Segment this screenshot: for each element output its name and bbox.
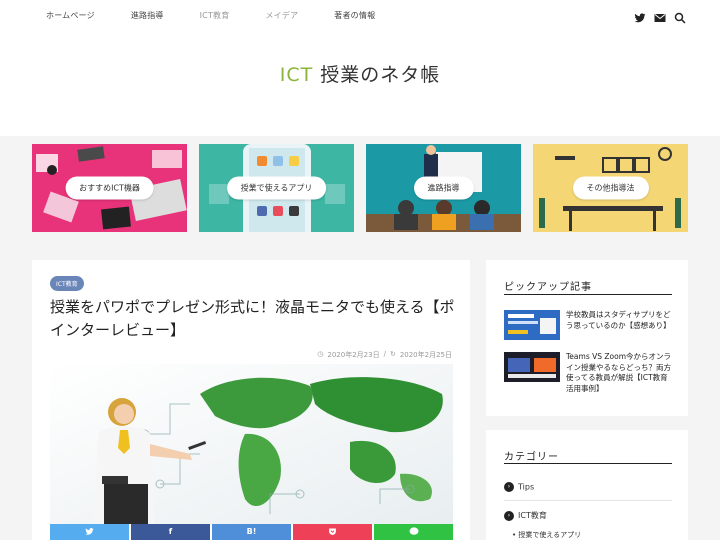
- category-widget: カテゴリー › Tips › ICT教育 • 授業で使えるアプリ: [486, 430, 688, 540]
- presentation-world-map-image: [50, 364, 453, 524]
- main-nav: ホームページ 進路指導 ICT教育 メイデア 著者の情報: [46, 10, 375, 21]
- site-title-prefix: ICT: [279, 64, 314, 86]
- pickup-item-title: Teams VS Zoom今からオンライン授業やるならどっち？両方使ってる教員が…: [566, 352, 672, 393]
- nav-item-ict-education[interactable]: ICT教育: [200, 10, 230, 21]
- pickup-item[interactable]: 学校教員はスタディサプリをどう思っているのか【感想あり】: [504, 310, 672, 346]
- card-label: おすすめICT機器: [65, 176, 154, 200]
- date-separator: /: [383, 350, 386, 358]
- subcategory-item-apps[interactable]: • 授業で使えるアプリ: [512, 530, 581, 540]
- site-title[interactable]: ICT 授業のネタ帳: [0, 60, 720, 87]
- share-buttons: f B!: [50, 524, 453, 540]
- category-tag[interactable]: ICT教育: [50, 276, 84, 291]
- share-hatena-button[interactable]: B!: [212, 524, 291, 540]
- category-label: Tips: [518, 482, 535, 492]
- card-label: その他指導法: [572, 176, 649, 200]
- updated-date: 2020年2月25日: [399, 351, 452, 359]
- clock-icon: ◷: [317, 350, 324, 358]
- share-pocket-button[interactable]: [293, 524, 372, 540]
- article-dates: ◷ 2020年2月23日 / ↻ 2020年2月25日: [317, 350, 452, 360]
- category-divider: [504, 463, 672, 464]
- share-line-button[interactable]: [374, 524, 453, 540]
- bullet-icon: •: [512, 531, 517, 539]
- published-date: 2020年2月23日: [327, 351, 380, 359]
- article-hero-image[interactable]: [50, 364, 453, 524]
- nav-item-idea[interactable]: メイデア: [265, 10, 298, 21]
- header-icons: [634, 9, 686, 24]
- pickup-title: ピックアップ記事: [504, 282, 592, 293]
- nav-item-home[interactable]: ホームページ: [46, 10, 95, 21]
- refresh-icon: ↻: [389, 350, 396, 358]
- category-item-tips[interactable]: › Tips: [504, 482, 672, 492]
- twitter-icon: [85, 528, 94, 535]
- pickup-divider: [504, 294, 672, 295]
- mail-icon[interactable]: [654, 9, 666, 22]
- category-separator: [504, 500, 672, 501]
- category-item-ict[interactable]: › ICT教育: [504, 510, 672, 521]
- card-ict-devices[interactable]: おすすめICT機器: [32, 144, 187, 232]
- article-card: ICT教育 授業をパワポでプレゼン形式に！液晶モニタでも使える【ポインターレビュ…: [32, 260, 470, 540]
- pickup-item[interactable]: Teams VS Zoom今からオンライン授業やるならどっち？両方使ってる教員が…: [504, 352, 672, 396]
- site-title-text: 授業のネタ帳: [320, 64, 441, 86]
- card-career-guidance[interactable]: 進路指導: [366, 144, 521, 232]
- card-label: 進路指導: [413, 176, 474, 200]
- category-title: カテゴリー: [504, 452, 559, 463]
- top-navigation-bar: ホームページ 進路指導 ICT教育 メイデア 著者の情報: [0, 0, 720, 34]
- card-classroom-apps[interactable]: 授業で使えるアプリ: [199, 144, 354, 232]
- article-title[interactable]: 授業をパワポでプレゼン形式に！液晶モニタでも使える【ポインターレビュー】: [50, 296, 460, 342]
- pickup-thumbnail: [504, 352, 560, 382]
- category-cards: おすすめICT機器 授業で使えるアプリ 進路指導 その他指導法: [32, 144, 688, 232]
- search-icon[interactable]: [674, 9, 686, 24]
- nav-item-author[interactable]: 著者の情報: [334, 10, 375, 21]
- chevron-right-icon: ›: [504, 510, 514, 521]
- share-facebook-button[interactable]: f: [131, 524, 210, 540]
- subcategory-label: 授業で使えるアプリ: [518, 531, 582, 539]
- line-icon: [409, 527, 418, 535]
- card-label: 授業で使えるアプリ: [226, 176, 327, 200]
- chevron-right-icon: ›: [504, 482, 514, 492]
- card-other-methods[interactable]: その他指導法: [533, 144, 688, 232]
- pickup-item-title: 学校教員はスタディサプリをどう思っているのか【感想あり】: [566, 310, 671, 330]
- nav-item-career-guidance[interactable]: 進路指導: [131, 10, 164, 21]
- share-twitter-button[interactable]: [50, 524, 129, 540]
- pickup-thumbnail: [504, 310, 560, 340]
- category-label: ICT教育: [518, 511, 547, 520]
- pickup-widget: ピックアップ記事 学校教員はスタディサプリをどう思っているのか【感想あり】 Te…: [486, 260, 688, 416]
- site-header: ICT 授業のネタ帳: [0, 34, 720, 136]
- pocket-icon: [329, 528, 336, 535]
- twitter-icon[interactable]: [634, 9, 646, 23]
